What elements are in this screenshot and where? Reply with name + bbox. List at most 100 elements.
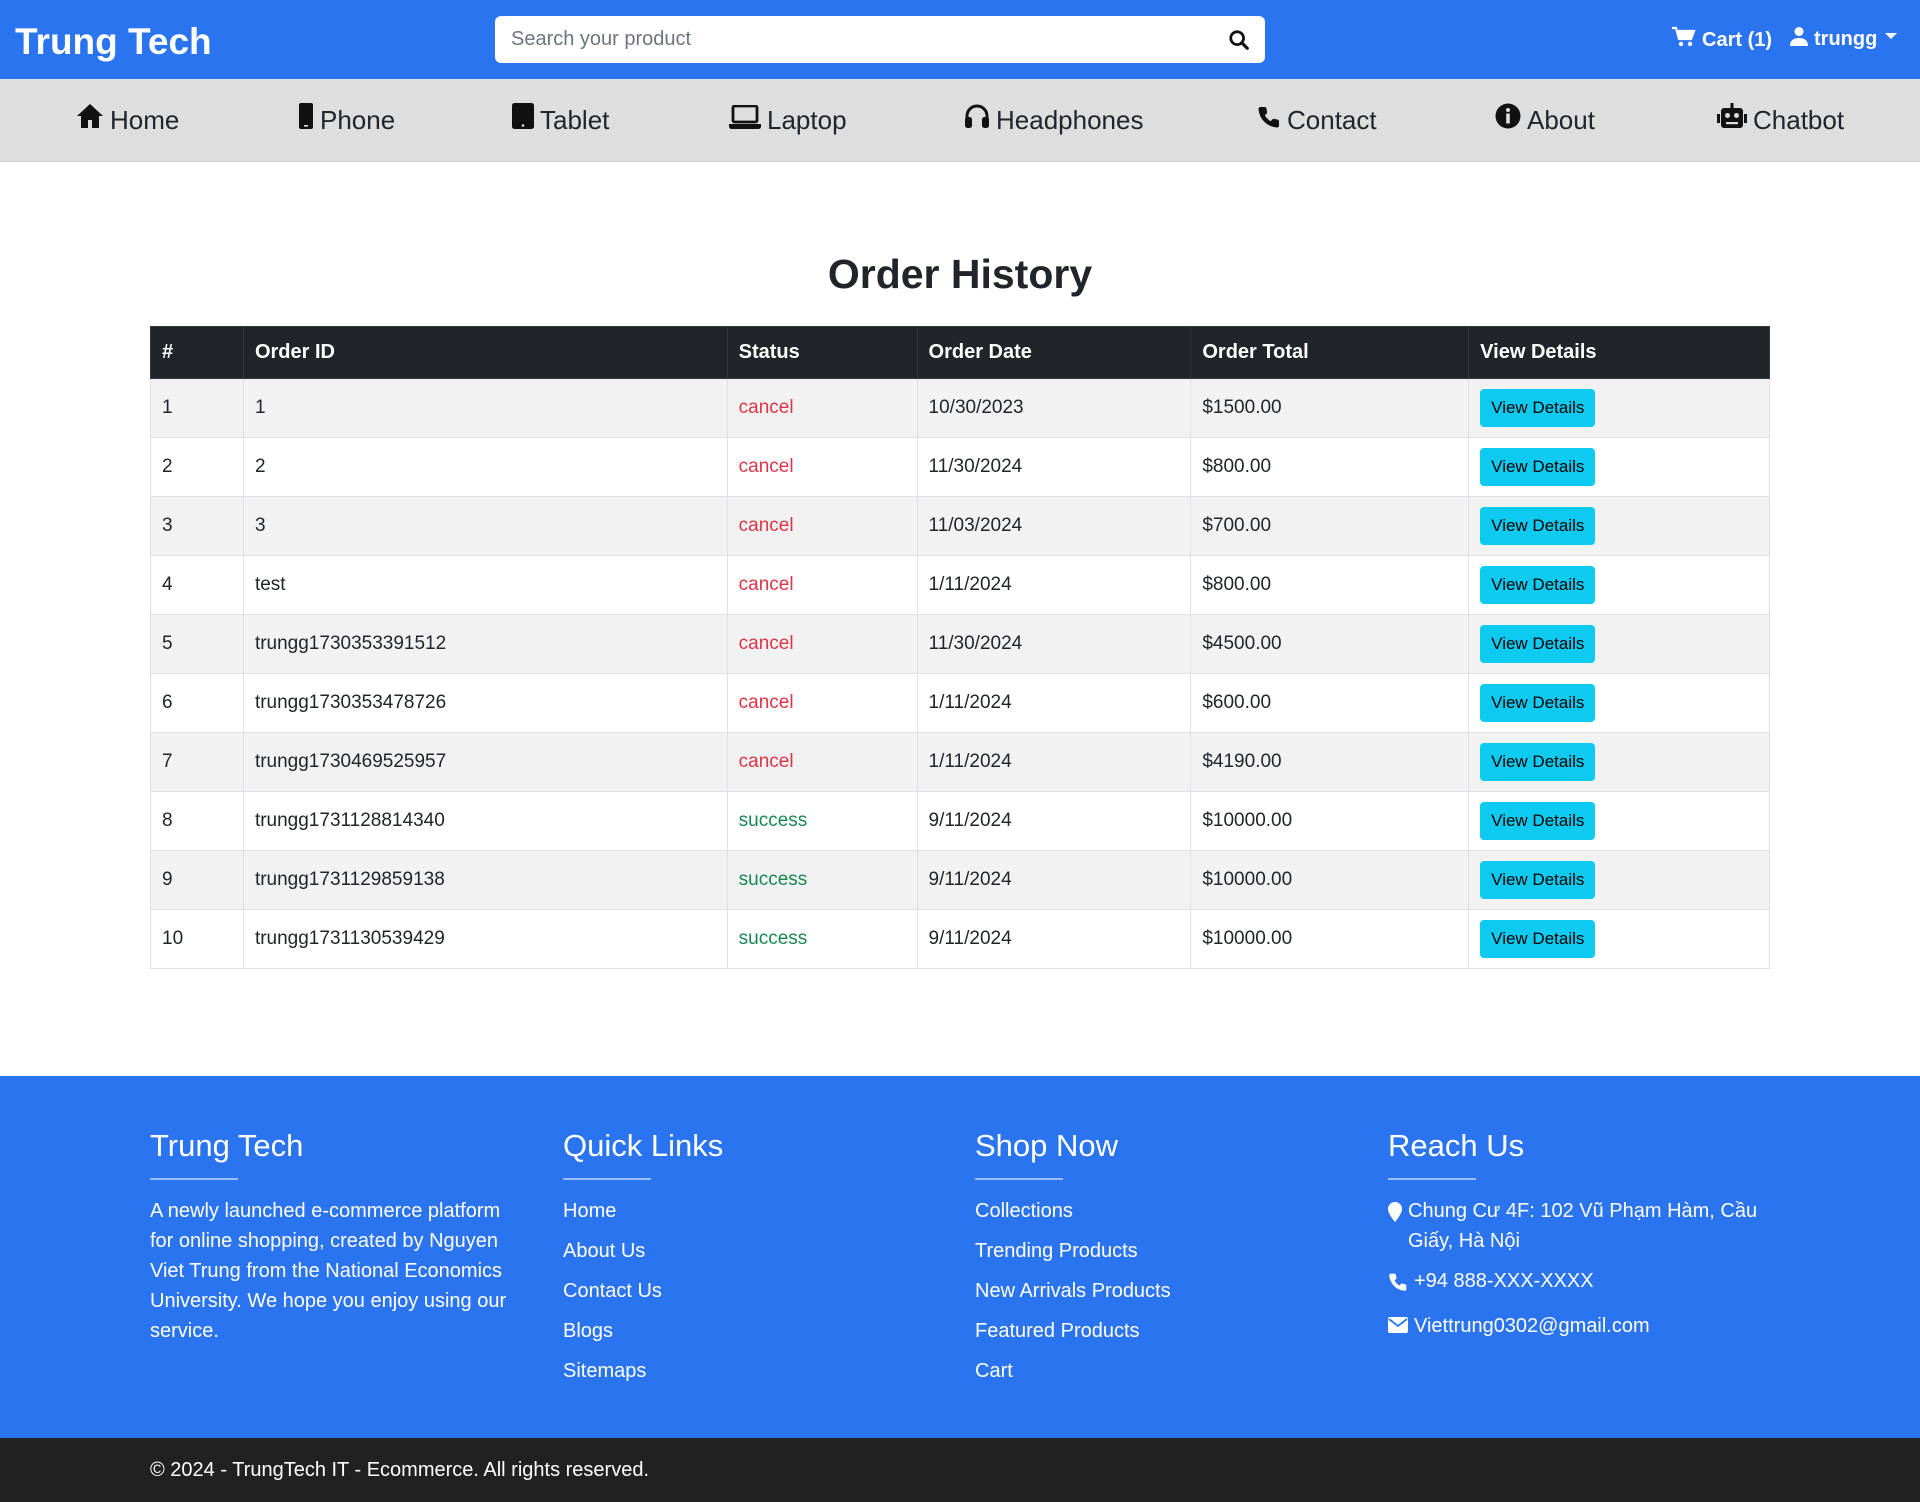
view-details-button[interactable]: View Details [1480, 507, 1596, 545]
divider [150, 1178, 238, 1180]
order-date: 11/03/2024 [916, 496, 1192, 556]
tablet-icon [512, 103, 540, 137]
footer-link-blogs[interactable]: Blogs [563, 1316, 933, 1346]
search-input[interactable] [495, 16, 1195, 63]
cart-link[interactable]: Cart (1) [1672, 26, 1772, 54]
nav-label: Headphones [996, 105, 1144, 135]
nav-label: Tablet [540, 105, 610, 135]
view-details-button[interactable]: View Details [1480, 448, 1596, 486]
footer-phone: +94 888-XXX-XXXX [1388, 1266, 1758, 1301]
nav-item-tablet[interactable]: Tablet [512, 103, 609, 137]
footer-link-contact-us[interactable]: Contact Us [563, 1276, 933, 1306]
column-header-order-total: Order Total [1190, 326, 1470, 379]
view-details-button[interactable]: View Details [1480, 389, 1596, 427]
footer-about-text: A newly launched e-commerce platform for… [150, 1200, 507, 1342]
address-text: Chung Cư 4F: 102 Vũ Phạm Hàm, Cầu Giấy, … [1408, 1200, 1758, 1252]
footer-email[interactable]: Viettrung0302@gmail.com [1388, 1311, 1758, 1342]
nav-label: Home [110, 105, 180, 135]
footer-link-featured-products[interactable]: Featured Products [975, 1316, 1345, 1346]
order-id: 1 [242, 378, 728, 438]
table-row: 4 test cancel 1/11/2024 $800.00 View Det… [150, 555, 1770, 615]
view-details-cell: View Details [1468, 555, 1770, 615]
copyright-bar: © 2024 - TrungTech IT - Ecommerce. All r… [0, 1438, 1920, 1502]
view-details-button[interactable]: View Details [1480, 802, 1596, 840]
view-details-cell: View Details [1468, 909, 1770, 969]
page-title: Order History [827, 251, 1093, 297]
order-date: 11/30/2024 [916, 614, 1192, 674]
home-icon [76, 103, 110, 137]
robot-icon [1717, 103, 1753, 137]
footer-link-sitemaps[interactable]: Sitemaps [563, 1356, 933, 1386]
footer-about-title: Trung Tech [150, 1128, 304, 1163]
view-details-button[interactable]: View Details [1480, 743, 1596, 781]
footer-link-new-arrivals[interactable]: New Arrivals Products [975, 1276, 1345, 1306]
footer-link-home[interactable]: Home [563, 1196, 933, 1226]
view-details-cell: View Details [1468, 614, 1770, 674]
cart-icon [1672, 26, 1702, 54]
footer-link-about-us[interactable]: About Us [563, 1236, 933, 1266]
nav-item-home[interactable]: Home [76, 103, 179, 137]
user-menu[interactable]: trungg [1790, 26, 1898, 52]
nav-item-chatbot[interactable]: Chatbot [1717, 103, 1844, 137]
order-total: $800.00 [1190, 555, 1470, 615]
order-date: 10/30/2023 [916, 378, 1192, 438]
nav-label: About [1527, 105, 1595, 135]
order-date: 9/11/2024 [916, 791, 1192, 851]
order-id: trungg1731128814340 [242, 791, 728, 851]
map-marker-icon [1388, 1196, 1408, 1231]
order-date: 9/11/2024 [916, 850, 1192, 910]
user-name: trungg [1814, 27, 1878, 50]
phone-text: +94 888-XXX-XXXX [1414, 1270, 1594, 1292]
view-details-button[interactable]: View Details [1480, 920, 1596, 958]
footer-link-trending-products[interactable]: Trending Products [975, 1236, 1345, 1266]
order-id: trungg1730353478726 [242, 673, 728, 733]
table-row: 3 3 cancel 11/03/2024 $700.00 View Detai… [150, 496, 1770, 556]
order-id: 2 [242, 437, 728, 497]
column-header-status: Status [726, 326, 918, 379]
order-date: 1/11/2024 [916, 673, 1192, 733]
row-number: 1 [150, 378, 244, 438]
nav-item-laptop[interactable]: Laptop [729, 103, 847, 137]
table-row: 9 trungg1731129859138 success 9/11/2024 … [150, 850, 1770, 910]
view-details-button[interactable]: View Details [1480, 684, 1596, 722]
divider [975, 1178, 1063, 1180]
row-number: 7 [150, 732, 244, 792]
user-icon [1790, 26, 1814, 52]
view-details-cell: View Details [1468, 732, 1770, 792]
nav-item-phone[interactable]: Phone [298, 103, 395, 137]
copyright-text: © 2024 - TrungTech IT - Ecommerce. All r… [150, 1459, 650, 1481]
nav-item-contact[interactable]: Contact [1257, 103, 1377, 137]
row-number: 6 [150, 673, 244, 733]
footer-link-collections[interactable]: Collections [975, 1196, 1345, 1226]
view-details-button[interactable]: View Details [1480, 625, 1596, 663]
row-number: 2 [150, 437, 244, 497]
nav-item-headphones[interactable]: Headphones [964, 103, 1143, 137]
order-total: $600.00 [1190, 673, 1470, 733]
chevron-down-icon [1885, 33, 1898, 39]
order-total: $10000.00 [1190, 791, 1470, 851]
table-row: 5 trungg1730353391512 cancel 11/30/2024 … [150, 614, 1770, 674]
footer-reach-us: Reach Us Chung Cư 4F: 102 Vũ Phạm Hàm, C… [1388, 1126, 1758, 1352]
footer-address: Chung Cư 4F: 102 Vũ Phạm Hàm, Cầu Giấy, … [1388, 1196, 1758, 1256]
view-details-button[interactable]: View Details [1480, 861, 1596, 899]
table-header-row: # Order ID Status Order Date Order Total… [150, 326, 1770, 379]
phone-handset-icon [1388, 1266, 1414, 1301]
order-status: cancel [726, 378, 918, 438]
laptop-icon [729, 103, 767, 137]
nav-item-about[interactable]: About [1495, 103, 1595, 137]
brand-logo[interactable]: Trung Tech [15, 18, 212, 66]
divider [1388, 1178, 1476, 1180]
search-box [495, 16, 1265, 63]
footer-link-cart[interactable]: Cart [975, 1356, 1345, 1386]
phone-handset-icon [1257, 103, 1287, 137]
search-icon[interactable] [1225, 26, 1253, 54]
order-id: trungg1730469525957 [242, 732, 728, 792]
nav-label: Contact [1287, 105, 1377, 135]
order-status: success [726, 850, 918, 910]
nav-label: Laptop [767, 105, 847, 135]
column-header-number: # [150, 326, 244, 379]
table-row: 8 trungg1731128814340 success 9/11/2024 … [150, 791, 1770, 851]
view-details-button[interactable]: View Details [1480, 566, 1596, 604]
order-id: trungg1731129859138 [242, 850, 728, 910]
nav-label: Phone [320, 105, 396, 135]
